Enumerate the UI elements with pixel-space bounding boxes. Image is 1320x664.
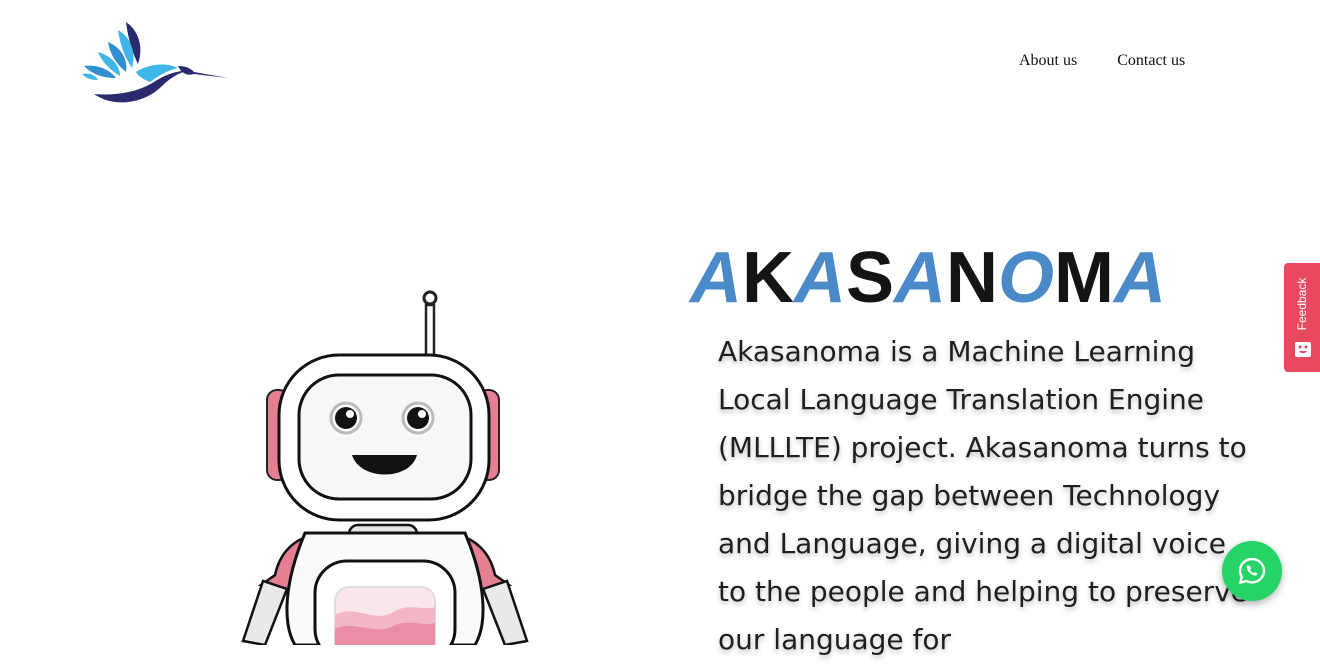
brand-letter: O [998,238,1055,318]
feedback-label: Feedback [1295,277,1309,331]
main-nav: About us Contact us [1019,51,1185,71]
robot-illustration [225,285,545,663]
whatsapp-button[interactable] [1222,541,1282,601]
whatsapp-icon [1238,557,1266,585]
brand-letter: A [690,238,742,318]
brand-letter: A [794,238,846,318]
brand-title: AKASANOMA [690,238,1210,318]
feedback-face-icon [1295,342,1311,357]
brand-letter: S [846,238,895,318]
brand-letter: A [1114,238,1167,318]
brand-letter: K [742,238,794,318]
brand-letter: M [1054,238,1115,318]
brand-letter: N [946,238,999,318]
hero-description: Akasanoma is a Machine Learning Local La… [718,335,1249,656]
hummingbird-logo-icon[interactable] [78,16,230,106]
brand-letter: A [894,238,947,318]
nav-about-us[interactable]: About us [1019,51,1077,71]
feedback-tab[interactable]: Feedback [1284,263,1320,372]
nav-contact-us[interactable]: Contact us [1117,51,1185,71]
